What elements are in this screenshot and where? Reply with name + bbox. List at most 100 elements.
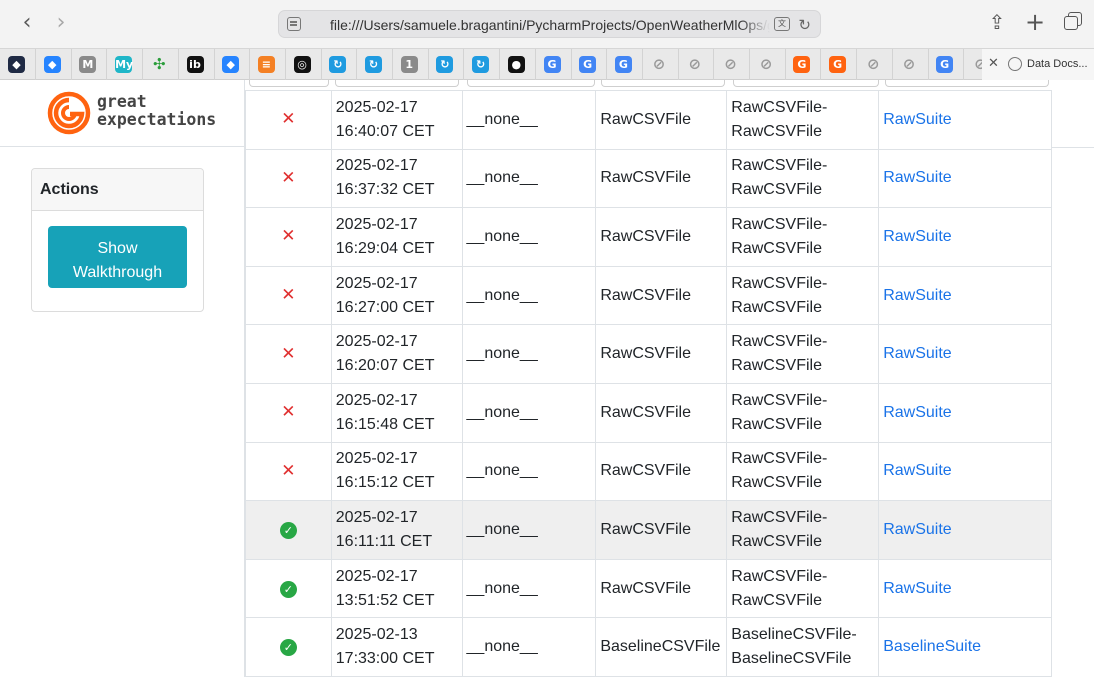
pinned-tab[interactable]: ◎ (286, 49, 322, 80)
suite-link[interactable]: RawSuite (883, 462, 951, 479)
run-name-cell: __none__ (461, 207, 597, 267)
pinned-tab[interactable]: G (536, 49, 572, 80)
compass-icon: ⊘ (688, 55, 702, 73)
suite-link[interactable]: RawSuite (883, 169, 951, 186)
suite-link[interactable]: RawSuite (883, 580, 951, 597)
pinned-tab[interactable]: ◆ (0, 49, 36, 80)
run-time-cell: 2025-02-17 16:15:12 CET (330, 441, 463, 502)
table-row[interactable]: ✓ 2025-02-17 16:11:11 CET __none__ RawCSVFil… (245, 500, 1052, 560)
translate-icon[interactable]: 文 (774, 17, 790, 31)
google-icon: G (614, 56, 632, 73)
table-row[interactable]: ✕ 2025-02-17 16:37:32 CET __none__ RawCSVFil… (245, 148, 1052, 209)
pinned-tab[interactable]: ◆ (36, 49, 72, 80)
column-filter-run-name[interactable] (467, 80, 595, 87)
suite-link[interactable]: BaselineSuite (883, 638, 981, 655)
column-filter-status[interactable] (249, 80, 329, 87)
forward-arrow-icon[interactable]: › (50, 12, 72, 34)
google-icon: G (579, 56, 597, 73)
column-filter-run-time[interactable] (335, 80, 459, 87)
batch-line-2: BaselineCSVFile (731, 650, 852, 668)
pinned-tab[interactable]: My (107, 49, 144, 80)
jira-icon: ◆ (43, 56, 61, 73)
table-row[interactable]: ✓ 2025-02-17 13:51:52 CET __none__ RawCSVFil… (245, 558, 1052, 619)
status-cell: ✕ (245, 265, 332, 326)
new-tab-plus-icon[interactable]: + (1024, 10, 1046, 34)
pinned-tab[interactable]: ◆ (214, 49, 251, 80)
batch-line-2: RawCSVFile (731, 357, 822, 375)
suite-link[interactable]: RawSuite (883, 228, 951, 245)
share-icon[interactable]: ⇪ (986, 11, 1008, 33)
show-walkthrough-button[interactable]: Show Walkthrough (48, 226, 187, 288)
table-row[interactable]: ✕ 2025-02-17 16:20:07 CET __none__ RawCSVFil… (245, 324, 1052, 384)
pinned-tab[interactable]: G (607, 49, 643, 80)
success-check-icon: ✓ (279, 580, 297, 598)
table-row[interactable]: ✕ 2025-02-17 16:15:12 CET __none__ RawCSVFil… (245, 441, 1052, 502)
table-row[interactable]: ✕ 2025-02-17 16:27:00 CET __none__ RawCSVFil… (245, 265, 1052, 326)
close-tab-icon[interactable]: ✕ (988, 55, 999, 71)
actions-card: Actions Show Walkthrough (31, 168, 204, 312)
asset-name-cell: RawCSVFile (595, 324, 728, 384)
table-row[interactable]: ✕ 2025-02-17 16:29:04 CET __none__ RawCSVFil… (245, 207, 1052, 267)
suite-link[interactable]: RawSuite (883, 521, 951, 538)
logo-line-2: expectations (97, 110, 217, 129)
address-bar[interactable]: file:///Users/samuele.bragantini/Pycharm… (278, 10, 821, 38)
pinned-tab[interactable]: ⊘ (857, 49, 893, 80)
column-filter-batch[interactable] (733, 80, 879, 87)
run-time: 13:51:52 CET (335, 591, 435, 609)
run-time-cell: 2025-02-17 16:37:32 CET (330, 148, 463, 209)
url-text[interactable]: file:///Users/samuele.bragantini/Pycharm… (330, 17, 770, 33)
table-row[interactable]: ✕ 2025-02-17 16:15:48 CET __none__ RawCSVFil… (245, 382, 1052, 443)
column-filter-asset[interactable] (601, 80, 725, 87)
run-name-cell: __none__ (461, 441, 597, 502)
run-time: 16:37:32 CET (335, 181, 435, 199)
run-date: 2025-02-17 (335, 274, 418, 292)
compass-icon: ⊘ (759, 55, 773, 73)
pinned-tab[interactable]: G (928, 49, 965, 80)
suite-link[interactable]: RawSuite (883, 404, 951, 421)
reload-icon[interactable]: ↻ (798, 16, 811, 34)
pinned-tab[interactable]: ↻ (464, 49, 501, 80)
pinned-tab[interactable]: 1 (393, 49, 429, 80)
pinned-tab[interactable]: ⊘ (893, 49, 929, 80)
table-row[interactable]: ✕ 2025-02-17 16:40:07 CET __none__ RawCSVFil… (245, 90, 1052, 150)
back-arrow-icon[interactable]: ‹ (16, 12, 38, 34)
pinned-tab[interactable]: ≡ (250, 49, 286, 80)
sync-icon: ↻ (329, 56, 347, 73)
pinned-tab[interactable]: ⊘ (643, 49, 679, 80)
pinned-tab[interactable]: ⊘ (678, 49, 715, 80)
column-filter-suite[interactable] (885, 80, 1049, 87)
site-header: great expectations (0, 80, 244, 147)
pinned-tab[interactable]: G (821, 49, 858, 80)
pinned-tab[interactable]: ib (179, 49, 215, 80)
pinned-tab[interactable]: G (571, 49, 608, 80)
pinned-tab[interactable]: ↻ (321, 49, 358, 80)
pinned-tab[interactable]: M (71, 49, 108, 80)
suite-link[interactable]: RawSuite (883, 345, 951, 362)
pinned-tab[interactable]: ⊘ (714, 49, 750, 80)
sync-icon: ↻ (365, 56, 382, 73)
pinned-tab[interactable]: ✣ (143, 49, 179, 80)
failure-x-icon: ✕ (281, 226, 296, 247)
column-filter-row (245, 80, 1052, 90)
run-name-cell: __none__ (461, 324, 597, 384)
suite-link[interactable]: RawSuite (883, 287, 951, 304)
run-time: 17:33:00 CET (335, 650, 435, 668)
run-date: 2025-02-17 (335, 567, 418, 585)
pinned-tab[interactable]: G (785, 49, 822, 80)
pinned-tab[interactable]: ↻ (357, 49, 393, 80)
batch-line-2: RawCSVFile (731, 415, 822, 433)
tab-overview-icon[interactable] (1062, 11, 1084, 33)
pinned-tab[interactable]: ⊘ (750, 49, 786, 80)
batch-line-1: RawCSVFile- (731, 567, 828, 585)
page-menu-icon[interactable] (287, 17, 301, 31)
pinned-tab[interactable]: ● (500, 49, 536, 80)
great-expectations-logo-icon[interactable] (46, 90, 92, 136)
pinned-tab[interactable]: ↻ (428, 49, 465, 80)
suite-link[interactable]: RawSuite (883, 111, 951, 128)
walkthrough-label-line-2: Walkthrough (72, 263, 163, 281)
tab-data-docs[interactable]: ✕ Data Docs... (982, 49, 1094, 80)
table-row[interactable]: ✓ 2025-02-13 17:33:00 CET __none__ BaselineC… (245, 617, 1052, 677)
run-date: 2025-02-17 (335, 391, 418, 409)
batch-cell: RawCSVFile- RawCSVFile (726, 382, 880, 443)
failure-x-icon: ✕ (281, 109, 296, 130)
